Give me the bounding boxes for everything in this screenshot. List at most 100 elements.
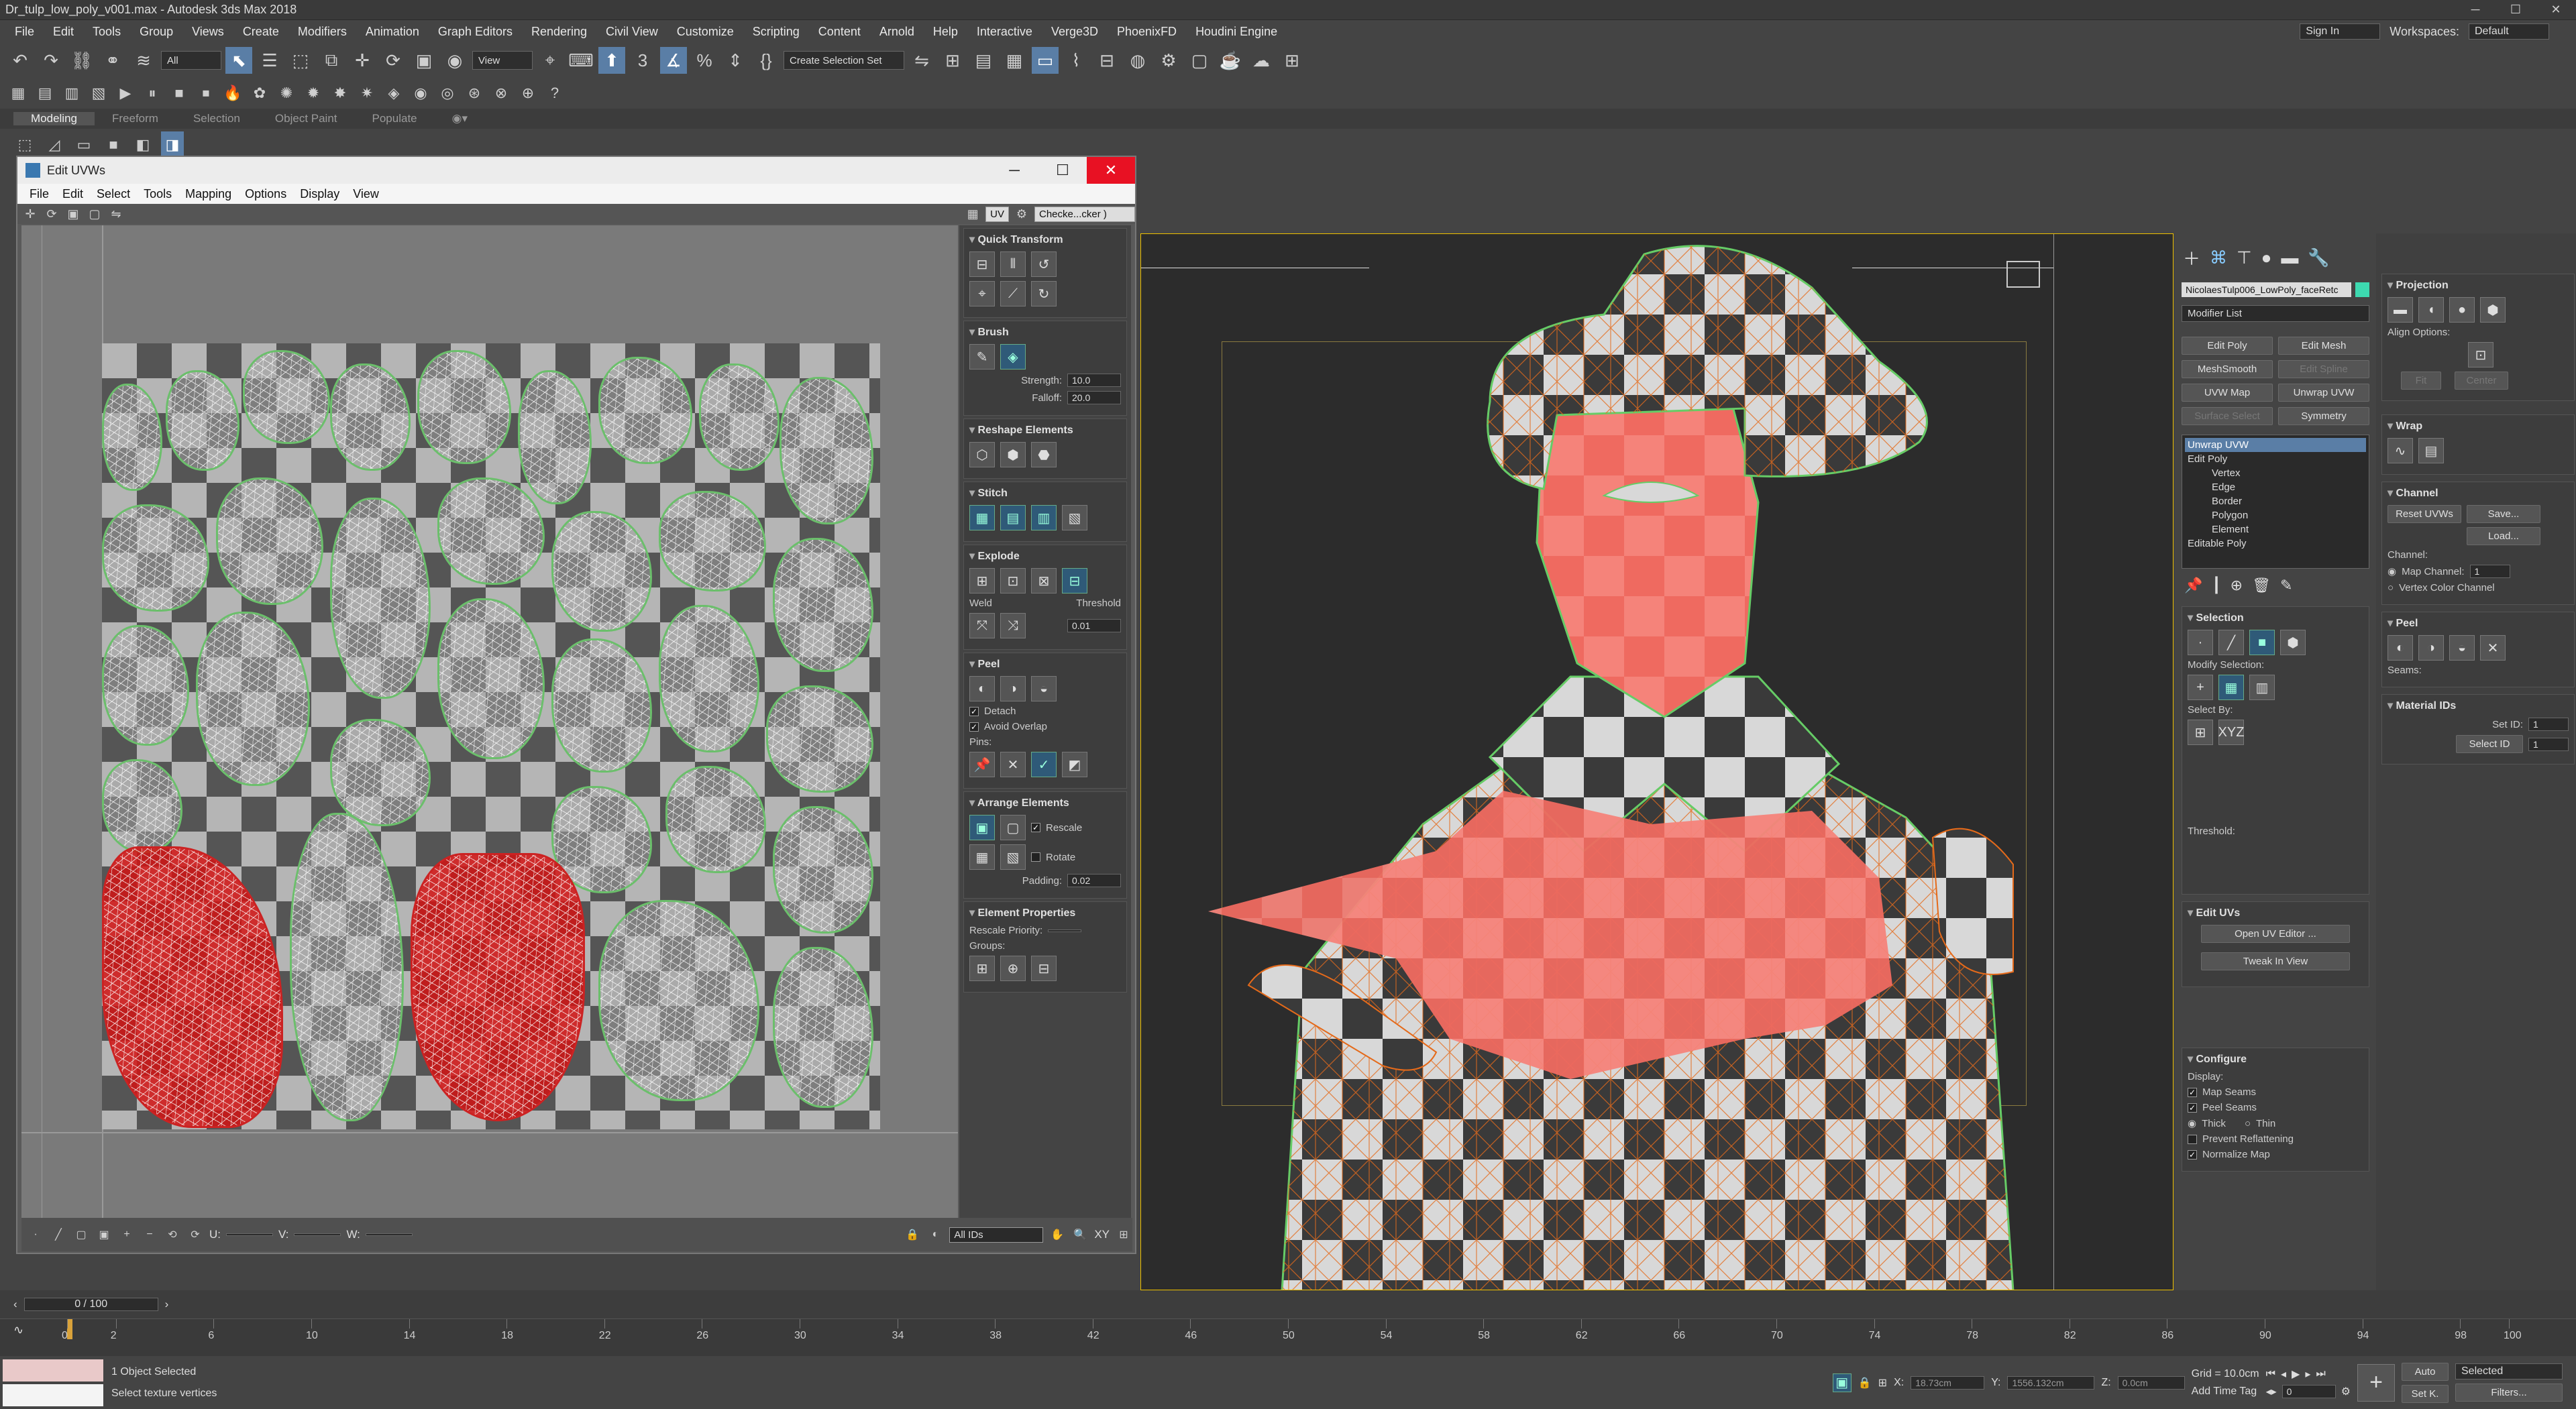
x-coordinate[interactable]: 18.73cm xyxy=(1911,1375,1985,1390)
ref-coord-dropdown[interactable]: View xyxy=(472,51,533,70)
uv-shell[interactable] xyxy=(330,498,431,699)
uvw-options-icon[interactable]: ⚙ xyxy=(1013,205,1030,223)
uv-shell[interactable] xyxy=(665,766,766,873)
fit-button[interactable]: Fit xyxy=(2401,372,2441,390)
poly-tool-icon-2[interactable]: ◿ xyxy=(43,131,66,158)
straighten-selection-icon[interactable]: ⬡ xyxy=(969,442,995,467)
percent-snap-icon[interactable]: % xyxy=(691,47,718,74)
pack-normalize-icon[interactable]: ▢ xyxy=(1000,815,1026,840)
maxscript-listener-white[interactable] xyxy=(3,1384,103,1406)
cylindrical-map-icon[interactable]: ◖ xyxy=(2418,297,2444,323)
stop-icon[interactable]: ■ xyxy=(168,80,191,107)
pack-custom-icon[interactable]: ▣ xyxy=(969,815,995,840)
lock-selection-icon[interactable]: 🔒 xyxy=(904,1226,921,1243)
reshape-header[interactable]: Reshape Elements xyxy=(969,423,1121,437)
prev-frame-icon[interactable]: ◂ xyxy=(2281,1367,2286,1381)
save-uvws-button[interactable]: Save... xyxy=(2467,505,2540,523)
projection-header[interactable]: Projection xyxy=(2387,278,2569,292)
link-icon[interactable]: ⛓ xyxy=(68,47,95,74)
menu-group[interactable]: Group xyxy=(130,25,182,39)
layer-icon-3[interactable]: ▥ xyxy=(60,80,83,107)
grow-icon[interactable]: + xyxy=(2188,675,2213,700)
spinner-snap-icon[interactable]: ⇕ xyxy=(722,47,749,74)
peel-seams-checkbox[interactable]: ✓ xyxy=(2188,1103,2197,1113)
vertex-mode-icon[interactable]: · xyxy=(27,1226,44,1243)
group-add-icon[interactable]: ⊕ xyxy=(1000,956,1026,981)
character-model[interactable] xyxy=(1141,234,2174,1290)
display-tab-icon[interactable]: ▬ xyxy=(2281,247,2298,268)
ribbon-options-icon[interactable]: ◉▾ xyxy=(435,112,485,125)
mirror-icon[interactable]: ⇋ xyxy=(908,47,935,74)
poly-tool-icon-6[interactable]: ◨ xyxy=(161,131,184,158)
peel-mode-icon[interactable]: ◑ xyxy=(1000,676,1026,701)
open-uv-editor-button[interactable]: Open UV Editor ... xyxy=(2201,925,2350,943)
key-mode-icon[interactable]: ◂▸ xyxy=(2266,1385,2277,1398)
symmetry-button[interactable]: Symmetry xyxy=(2278,407,2369,425)
scale-icon[interactable]: ▣ xyxy=(411,47,437,74)
stack-item-polygon[interactable]: Polygon xyxy=(2185,508,2366,522)
group-select-icon[interactable]: ⊞ xyxy=(969,956,995,981)
brush-header[interactable]: Brush xyxy=(969,325,1121,339)
uvw-move-icon[interactable]: ✛ xyxy=(21,205,39,223)
render-cloud-icon[interactable]: ☁ xyxy=(1248,47,1275,74)
relax-icon[interactable]: ⬢ xyxy=(1000,442,1026,467)
channel-header[interactable]: Channel xyxy=(2387,486,2569,500)
normalize-map-checkbox[interactable]: ✓ xyxy=(2188,1149,2197,1160)
layer-icon-1[interactable]: ▦ xyxy=(7,80,30,107)
fx-icon-4[interactable]: ✷ xyxy=(356,80,378,107)
select-id-button[interactable]: Select ID xyxy=(2456,735,2523,753)
object-color-swatch[interactable] xyxy=(2355,282,2369,297)
motion-tab-icon[interactable]: ● xyxy=(2261,247,2272,268)
relax-settings-icon[interactable]: ⬣ xyxy=(1031,442,1057,467)
stitch-custom-icon[interactable]: ▦ xyxy=(969,505,995,530)
material-ids-header[interactable]: Material IDs xyxy=(2387,699,2569,712)
tab-freeform[interactable]: Freeform xyxy=(95,112,176,125)
workspace-dropdown[interactable]: Default xyxy=(2469,23,2549,40)
explode-header[interactable]: Explode xyxy=(969,549,1121,563)
weld-target-icon[interactable]: ⤨ xyxy=(1000,613,1026,638)
edit-named-sets-icon[interactable]: {} xyxy=(753,47,780,74)
uv-shell[interactable] xyxy=(699,363,780,471)
select-by-element-icon[interactable]: ⊞ xyxy=(2188,720,2213,745)
quick-peel-icon[interactable]: ◐ xyxy=(969,676,995,701)
edit-spline-button[interactable]: Edit Spline xyxy=(2278,360,2369,378)
menu-help[interactable]: Help xyxy=(924,25,967,39)
stitch-average-icon[interactable]: ▥ xyxy=(1031,505,1057,530)
modifier-list-dropdown[interactable]: Modifier List xyxy=(2182,305,2369,322)
menu-verge3d[interactable]: Verge3D xyxy=(1042,25,1108,39)
vertex-select-icon[interactable]: · xyxy=(2188,630,2213,655)
select-id-spinner[interactable]: 1 xyxy=(2528,737,2569,751)
zoom-extents-icon[interactable]: ⊞ xyxy=(1115,1226,1132,1243)
pivot-icon[interactable]: ⌖ xyxy=(537,47,564,74)
peel-panel-header[interactable]: Peel xyxy=(2387,616,2569,630)
stitch-header[interactable]: Stitch xyxy=(969,486,1121,500)
set-key-button[interactable]: Set K. xyxy=(2402,1384,2449,1403)
detach-edge-icon[interactable]: ⊡ xyxy=(1000,568,1026,594)
stack-item-border[interactable]: Border xyxy=(2185,494,2366,508)
menu-arnold[interactable]: Arnold xyxy=(870,25,924,39)
prevent-reflattening-checkbox[interactable] xyxy=(2188,1134,2197,1144)
minimize-icon[interactable]: ─ xyxy=(2455,3,2496,17)
zoom-icon[interactable]: 🔍 xyxy=(1071,1226,1089,1243)
isolate-selection-icon[interactable]: ▣ xyxy=(1832,1373,1851,1392)
edge-mode-icon[interactable]: ╱ xyxy=(50,1226,67,1243)
poly-tool-icon-4[interactable]: ■ xyxy=(102,131,125,158)
close-icon[interactable]: ✕ xyxy=(2536,3,2576,17)
menu-houdini-engine[interactable]: Houdini Engine xyxy=(1186,25,1287,39)
straighten-icon[interactable]: ⟋ xyxy=(1000,281,1026,306)
uvw-minimize-icon[interactable]: ─ xyxy=(990,157,1038,184)
uv-shell-selected[interactable] xyxy=(411,853,585,1121)
uvw-menu-file[interactable]: File xyxy=(23,187,56,201)
rotate-icon[interactable]: ⟳ xyxy=(380,47,407,74)
poly-mode-icon[interactable]: ▢ xyxy=(72,1226,90,1243)
menu-modifiers[interactable]: Modifiers xyxy=(288,25,356,39)
seam-edit-icon[interactable]: ◑ xyxy=(2418,635,2444,661)
curve-editor-icon[interactable]: ⌇ xyxy=(1063,47,1089,74)
uvw-mirror-icon[interactable]: ⇋ xyxy=(107,205,125,223)
menu-edit[interactable]: Edit xyxy=(44,25,83,39)
uv-shell[interactable] xyxy=(330,719,431,826)
planar-map-icon[interactable]: ▬ xyxy=(2387,297,2413,323)
configure-header[interactable]: Configure xyxy=(2188,1052,2363,1066)
edit-poly-button[interactable]: Edit Poly xyxy=(2182,337,2273,355)
align-vertical-icon[interactable]: ⫴ xyxy=(1000,251,1026,277)
